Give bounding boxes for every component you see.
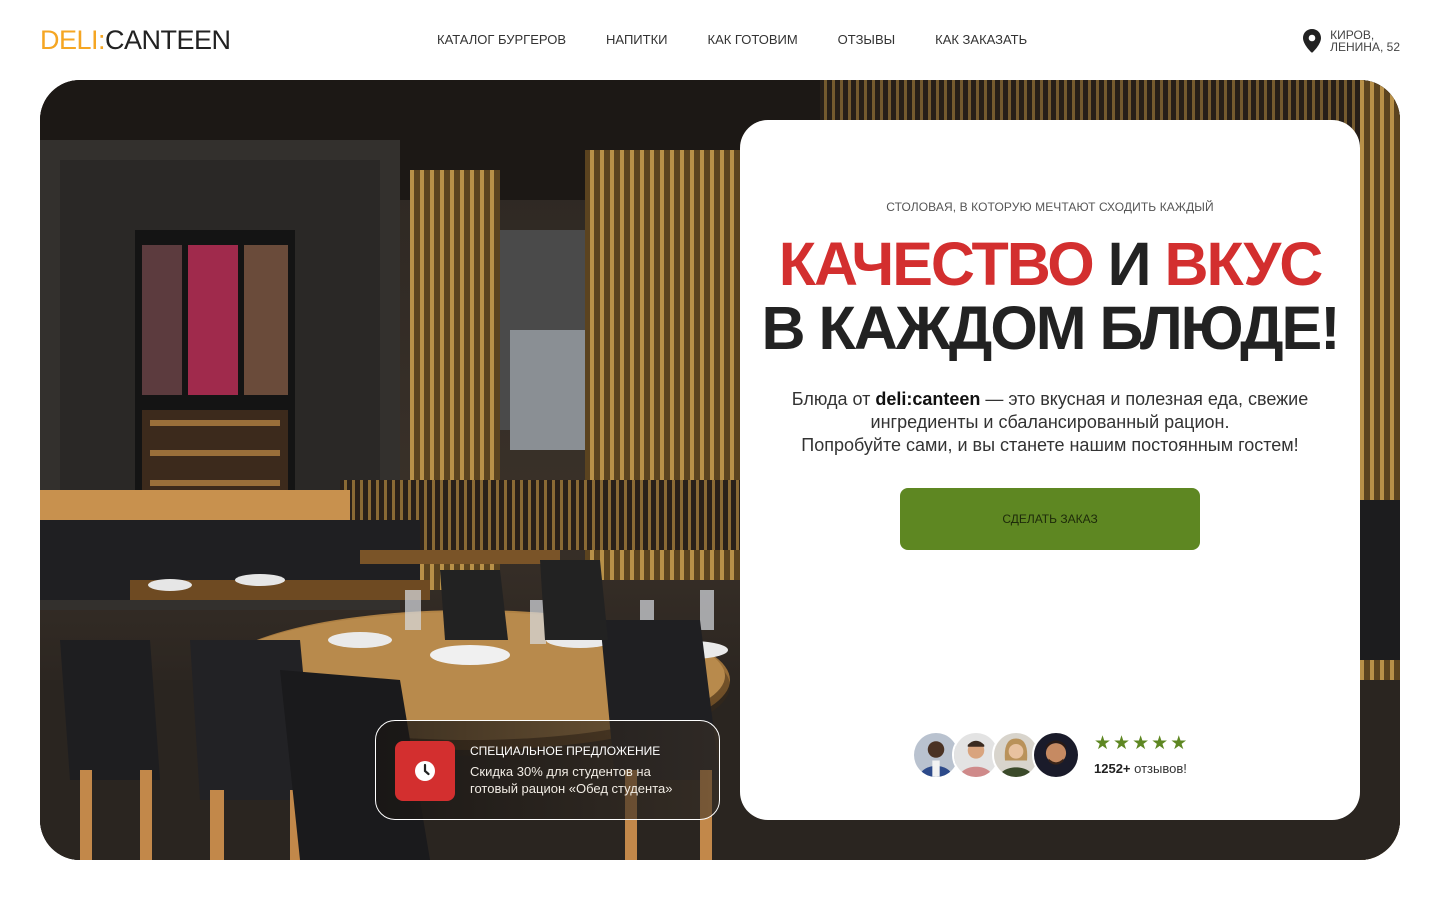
star-icon: ★ xyxy=(1094,733,1112,754)
hero-section: СТОЛОВАЯ, В КОТОРУЮ МЕЧТАЮТ СХОДИТЬ КАЖД… xyxy=(40,80,1400,860)
reviews-number: 1252+ xyxy=(1094,761,1131,776)
rating: ★ ★ ★ ★ ★ 1252+ отзывов! xyxy=(1094,734,1187,777)
nav-drinks[interactable]: НАПИТКИ xyxy=(606,32,667,48)
clock-icon xyxy=(415,761,435,781)
hero-title-and: И xyxy=(1092,230,1165,298)
star-icon: ★ xyxy=(1113,733,1131,754)
star-icon: ★ xyxy=(1151,733,1169,754)
rating-stars: ★ ★ ★ ★ ★ xyxy=(1094,734,1187,754)
logo-canteen: CANTEEN xyxy=(105,25,231,55)
desc-brand: deli:canteen xyxy=(875,389,981,409)
address[interactable]: КИРОВ, ЛЕНИНА, 52 xyxy=(1302,29,1400,53)
logo-deli: DELI: xyxy=(40,25,106,55)
special-offer-card[interactable]: СПЕЦИАЛЬНОЕ ПРЕДЛОЖЕНИЕ Скидка 30% для с… xyxy=(375,720,720,820)
hero-card: СТОЛОВАЯ, В КОТОРУЮ МЕЧТАЮТ СХОДИТЬ КАЖД… xyxy=(740,120,1360,820)
logo[interactable]: DELI:CANTEEN xyxy=(40,24,231,56)
order-button[interactable]: СДЕЛАТЬ ЗАКАЗ xyxy=(900,488,1200,550)
reviews-count[interactable]: 1252+ отзывов! xyxy=(1094,761,1187,776)
star-icon: ★ xyxy=(1132,733,1150,754)
offer-title: СПЕЦИАЛЬНОЕ ПРЕДЛОЖЕНИЕ xyxy=(470,744,661,758)
avatar xyxy=(1032,731,1080,779)
star-icon: ★ xyxy=(1170,733,1188,754)
address-street: ЛЕНИНА, 52 xyxy=(1330,40,1400,54)
hero-eyebrow: СТОЛОВАЯ, В КОТОРУЮ МЕЧТАЮТ СХОДИТЬ КАЖД… xyxy=(886,200,1214,214)
location-pin-icon xyxy=(1303,29,1322,53)
hero-title-quality: КАЧЕСТВО xyxy=(778,230,1095,298)
offer-icon-box xyxy=(395,741,455,801)
nav-burger-catalog[interactable]: КАТАЛОГ БУРГЕРОВ xyxy=(437,32,566,48)
nav-how-to-order[interactable]: КАК ЗАКАЗАТЬ xyxy=(935,32,1027,48)
hero-title-line2: В КАЖДОМ БЛЮДЕ! xyxy=(761,294,1340,362)
hero-title-taste: ВКУС xyxy=(1164,230,1323,298)
site-header: DELI:CANTEEN КАТАЛОГ БУРГЕРОВ НАПИТКИ КА… xyxy=(0,0,1440,80)
hero-title: КАЧЕСТВО И ВКУС В КАЖДОМ БЛЮДЕ! xyxy=(740,232,1360,360)
nav-how-we-cook[interactable]: КАК ГОТОВИМ xyxy=(708,32,798,48)
offer-text: Скидка 30% для студентов на готовый раци… xyxy=(470,764,673,796)
hero-description: Блюда от deli:canteen — это вкусная и по… xyxy=(770,388,1330,457)
nav-reviews[interactable]: ОТЗЫВЫ xyxy=(838,32,895,48)
reviews-label: отзывов! xyxy=(1130,761,1187,776)
desc-pre: Блюда от xyxy=(791,389,876,409)
desc-rest2: Попробуйте сами, и вы станете нашим пост… xyxy=(801,435,1299,455)
social-proof: ★ ★ ★ ★ ★ 1252+ отзывов! xyxy=(912,730,1187,780)
main-nav: КАТАЛОГ БУРГЕРОВ НАПИТКИ КАК ГОТОВИМ ОТЗ… xyxy=(437,32,1027,48)
reviewer-avatars xyxy=(912,731,1080,779)
